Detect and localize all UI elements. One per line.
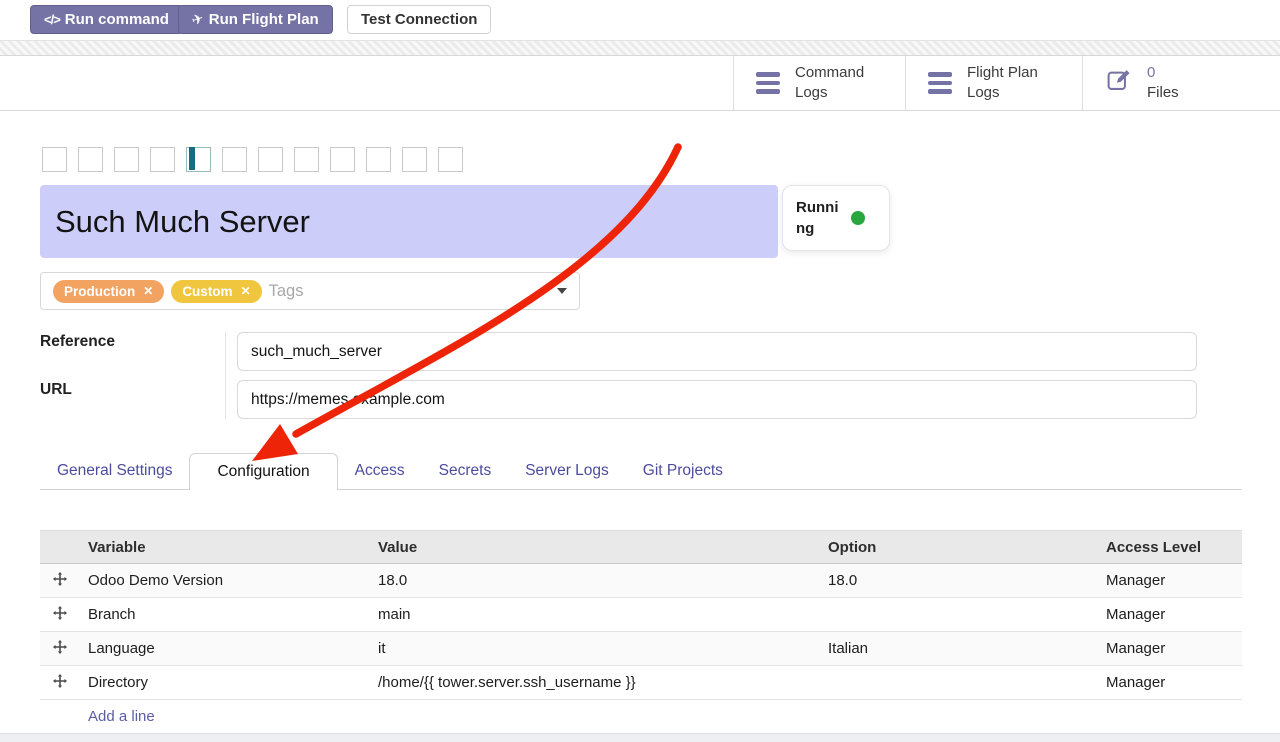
cell-variable[interactable]: Language <box>80 632 370 666</box>
status-card: Running <box>782 185 890 251</box>
color-swatch-yellow[interactable] <box>150 147 175 172</box>
color-swatch-orange[interactable] <box>114 147 139 172</box>
command-logs-label: Command Logs <box>795 63 864 104</box>
tag-production[interactable]: Production ✕ <box>53 280 164 303</box>
cell-option[interactable]: Italian <box>820 632 1098 666</box>
server-form-page: </> Run command ✈ Run Flight Plan Test C… <box>0 0 1280 742</box>
cell-variable[interactable]: Branch <box>80 598 370 632</box>
configuration-table: Variable Value Option Access Level Odoo … <box>40 530 1242 734</box>
color-swatch-dark-purple[interactable] <box>222 147 247 172</box>
url-label: URL <box>40 381 72 399</box>
column-header-value: Value <box>370 531 820 564</box>
page-footer-strip <box>0 733 1280 742</box>
test-connection-label: Test Connection <box>361 11 477 28</box>
color-swatch-navy[interactable] <box>330 147 355 172</box>
cell-option[interactable] <box>820 598 1098 632</box>
status-bar: Command Logs Flight Plan Logs <box>0 56 1280 111</box>
server-name-value: Such Much Server <box>55 204 310 240</box>
files-button[interactable]: 0 Files <box>1082 56 1280 110</box>
column-header-option: Option <box>820 531 1098 564</box>
tab-configuration[interactable]: Configuration <box>189 453 337 490</box>
action-toolbar: </> Run command ✈ Run Flight Plan Test C… <box>0 0 1280 40</box>
cell-option[interactable] <box>820 666 1098 700</box>
hatched-separator <box>0 40 1280 56</box>
add-a-line-link[interactable]: Add a line <box>88 708 155 725</box>
cell-option[interactable]: 18.0 <box>820 564 1098 598</box>
server-name-input[interactable]: Such Much Server <box>40 185 778 258</box>
table-row[interactable]: Language it Italian Manager <box>40 632 1242 666</box>
flight-plan-logs-label: Flight Plan Logs <box>967 63 1038 104</box>
notebook-tabs: General Settings Configuration Access Se… <box>40 453 1242 490</box>
color-swatch-green[interactable] <box>402 147 427 172</box>
cell-value[interactable]: 18.0 <box>370 564 820 598</box>
table-row[interactable]: Branch main Manager <box>40 598 1242 632</box>
table-header-row: Variable Value Option Access Level <box>40 531 1242 564</box>
remove-tag-icon[interactable]: ✕ <box>143 285 153 297</box>
table-row[interactable]: Directory /home/{{ tower.server.ssh_user… <box>40 666 1242 700</box>
reference-input[interactable]: such_much_server <box>237 332 1197 371</box>
chevron-down-icon[interactable] <box>557 288 567 294</box>
reference-value: such_much_server <box>251 343 382 361</box>
test-connection-button[interactable]: Test Connection <box>347 5 491 34</box>
files-count: 0 <box>1147 64 1155 81</box>
command-logs-button[interactable]: Command Logs <box>733 56 905 110</box>
tags-input[interactable]: Production ✕ Custom ✕ Tags <box>40 272 580 310</box>
flight-plan-logs-button[interactable]: Flight Plan Logs <box>905 56 1082 110</box>
tag-custom[interactable]: Custom ✕ <box>171 280 261 303</box>
tab-server-logs[interactable]: Server Logs <box>508 453 626 489</box>
tab-secrets[interactable]: Secrets <box>422 453 509 489</box>
drag-handle-icon[interactable] <box>40 666 80 700</box>
list-icon <box>756 72 780 94</box>
edit-file-icon <box>1105 67 1132 99</box>
drag-handle-icon[interactable] <box>40 564 80 598</box>
color-swatch-teal[interactable] <box>294 147 319 172</box>
cell-value[interactable]: it <box>370 632 820 666</box>
drag-handle-icon[interactable] <box>40 632 80 666</box>
cell-access-level[interactable]: Manager <box>1098 598 1242 632</box>
drag-handle-icon[interactable] <box>40 598 80 632</box>
color-swatch-magenta[interactable] <box>366 147 391 172</box>
color-swatch-red[interactable] <box>78 147 103 172</box>
column-header-variable: Variable <box>80 531 370 564</box>
url-value: https://memes.example.com <box>251 391 445 409</box>
cell-access-level[interactable]: Manager <box>1098 632 1242 666</box>
column-header-access-level: Access Level <box>1098 531 1242 564</box>
status-dot <box>851 211 865 225</box>
table-row[interactable]: Odoo Demo Version 18.0 18.0 Manager <box>40 564 1242 598</box>
cell-variable[interactable]: Odoo Demo Version <box>80 564 370 598</box>
run-flight-plan-label: Run Flight Plan <box>209 11 319 28</box>
cell-access-level[interactable]: Manager <box>1098 564 1242 598</box>
tag-production-label: Production <box>64 284 135 299</box>
tab-access[interactable]: Access <box>338 453 422 489</box>
handle-column-header <box>40 531 80 564</box>
tab-git-projects[interactable]: Git Projects <box>626 453 740 489</box>
cell-variable[interactable]: Directory <box>80 666 370 700</box>
plane-icon: ✈ <box>190 10 206 29</box>
run-command-button[interactable]: </> Run command <box>30 5 183 34</box>
color-swatch-light-blue-selected[interactable] <box>186 147 211 172</box>
status-text: Running <box>796 197 842 239</box>
remove-tag-icon[interactable]: ✕ <box>241 285 251 297</box>
tab-general-settings[interactable]: General Settings <box>40 453 189 489</box>
url-input[interactable]: https://memes.example.com <box>237 380 1197 419</box>
list-icon <box>928 72 952 94</box>
tags-placeholder: Tags <box>269 282 304 301</box>
cell-value[interactable]: main <box>370 598 820 632</box>
reference-label: Reference <box>40 333 115 351</box>
color-swatch-purple[interactable] <box>438 147 463 172</box>
files-label: 0 Files <box>1147 63 1179 104</box>
cell-access-level[interactable]: Manager <box>1098 666 1242 700</box>
run-command-label: Run command <box>65 11 169 28</box>
add-line-row: Add a line <box>40 700 1242 734</box>
cell-value[interactable]: /home/{{ tower.server.ssh_username }} <box>370 666 820 700</box>
run-flight-plan-button[interactable]: ✈ Run Flight Plan <box>178 5 333 34</box>
tag-custom-label: Custom <box>182 284 232 299</box>
code-icon: </> <box>44 12 60 27</box>
stat-button-group: Command Logs Flight Plan Logs <box>733 56 1280 110</box>
color-swatch-salmon[interactable] <box>258 147 283 172</box>
color-palette <box>42 147 463 172</box>
color-swatch-no-color[interactable] <box>42 147 67 172</box>
field-group-divider <box>225 332 226 419</box>
